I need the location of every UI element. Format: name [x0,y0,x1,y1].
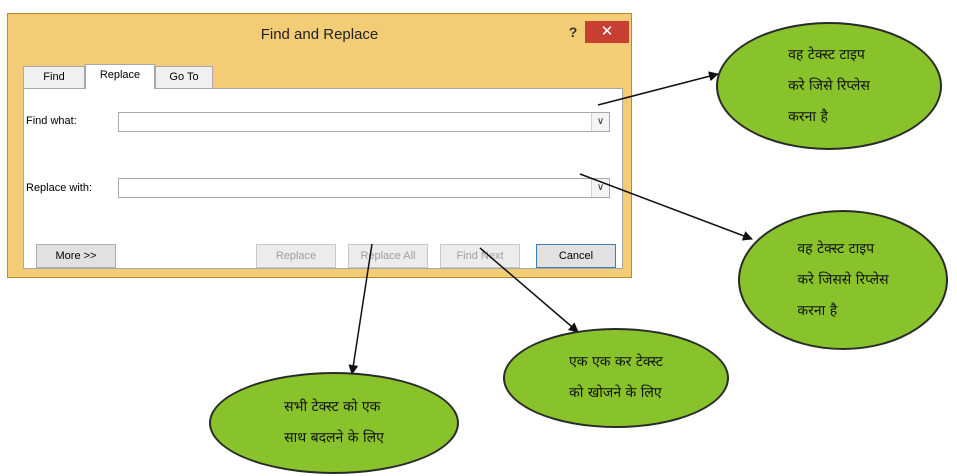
tab-replace[interactable]: Replace [85,64,155,89]
replace-all-callout: सभी टेक्स्ट को एक साथ बदलने के लिए [209,372,459,474]
find-what-callout-text: वह टेक्स्ट टाइप करे जिसे रिप्लेस करना है [788,46,870,125]
find-what-callout: वह टेक्स्ट टाइप करे जिसे रिप्लेस करना है [716,22,942,150]
replace-all-callout-text: सभी टेक्स्ट को एक साथ बदलने के लिए [284,399,384,446]
arrow-replace-with [579,173,753,241]
arrow-find-next [479,247,579,333]
arrow-find-what [597,71,719,106]
replace-with-callout-text: वह टेक्स्ट टाइप करे जिससे रिप्लेस करना ह… [797,240,889,319]
find-next-callout: एक एक कर टेक्स्ट को खोजने के लिए [503,328,729,428]
find-next-callout-text: एक एक कर टेक्स्ट को खोजने के लिए [569,354,663,401]
arrow-replace-all [348,243,373,375]
replace-with-callout: वह टेक्स्ट टाइप करे जिससे रिप्लेस करना ह… [738,210,948,350]
